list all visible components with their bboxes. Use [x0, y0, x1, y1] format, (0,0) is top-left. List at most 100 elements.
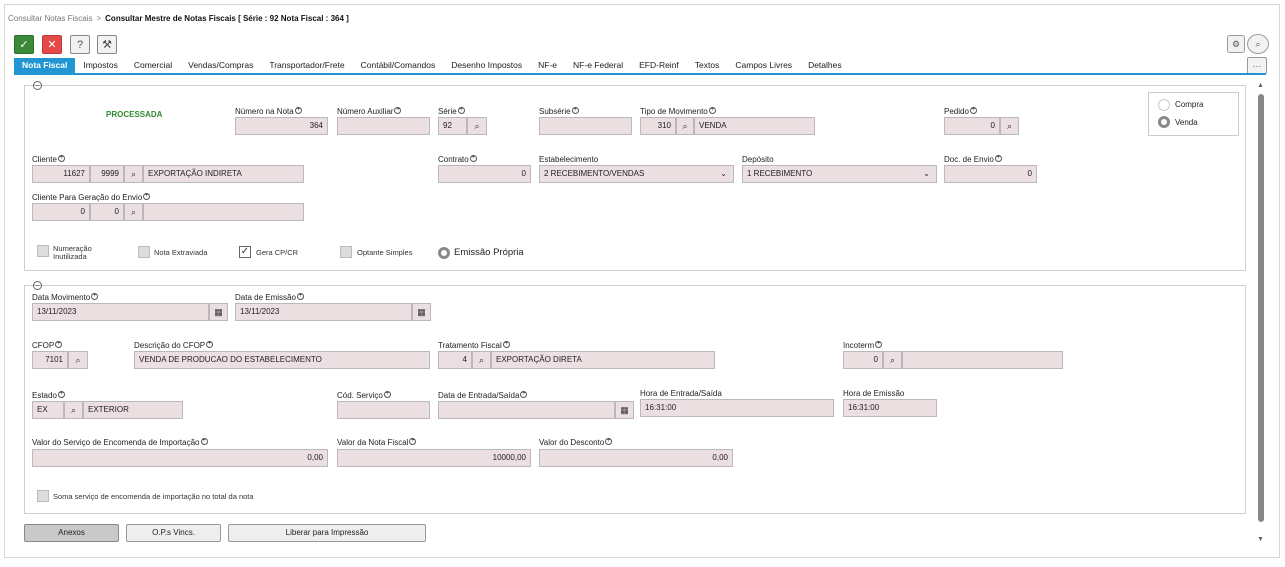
search-button[interactable]: ⌕	[1247, 34, 1269, 54]
add-icon[interactable]: +	[143, 193, 151, 200]
tab-vendas-compras[interactable]: Vendas/Compras	[180, 58, 261, 73]
tab-nfe[interactable]: NF-e	[530, 58, 565, 73]
add-icon[interactable]: +	[409, 438, 417, 445]
liberar-impressao-button[interactable]: Liberar para Impressão	[228, 524, 426, 542]
settings-button[interactable]: ⚙	[1227, 35, 1245, 53]
data-entrada-field[interactable]	[438, 401, 615, 419]
data-emissao-field[interactable]: 13/11/2023	[235, 303, 412, 321]
add-icon[interactable]: +	[206, 341, 214, 348]
pedido-field[interactable]: 0	[944, 117, 1000, 135]
breadcrumb-parent[interactable]: Consultar Notas Fiscais	[8, 14, 92, 23]
add-icon[interactable]: +	[383, 391, 391, 398]
cfop-field[interactable]: 7101	[32, 351, 68, 369]
tab-transportador-frete[interactable]: Transportador/Frete	[261, 58, 352, 73]
scroll-down-icon[interactable]: ▼	[1257, 536, 1264, 543]
compra-radio[interactable]	[1158, 99, 1170, 111]
incoterm-search-button[interactable]: ⌕	[883, 351, 902, 369]
add-icon[interactable]: +	[394, 107, 402, 114]
hora-entrada-field[interactable]: 16:31:00	[640, 399, 834, 417]
add-icon[interactable]: +	[571, 107, 579, 114]
valor-nota-field[interactable]: 10000,00	[337, 449, 531, 467]
valor-desconto-field[interactable]: 0,00	[539, 449, 733, 467]
add-icon[interactable]: +	[91, 293, 99, 300]
help-button[interactable]: ?	[70, 35, 90, 54]
tab-contabil-comandos[interactable]: Contábil/Comandos	[353, 58, 444, 73]
tab-impostos[interactable]: Impostos	[75, 58, 126, 73]
add-icon[interactable]: +	[708, 107, 716, 114]
hora-emissao-field[interactable]: 16:31:00	[843, 399, 937, 417]
tratamento-fiscal-desc-field[interactable]: EXPORTAÇÃO DIRETA	[491, 351, 715, 369]
serie-search-button[interactable]: ⌕	[467, 117, 487, 135]
add-icon[interactable]: +	[296, 293, 304, 300]
pedido-search-button[interactable]: ⌕	[1000, 117, 1019, 135]
add-icon[interactable]: +	[520, 391, 528, 398]
tab-comercial[interactable]: Comercial	[126, 58, 180, 73]
numeracao-inutilizada-checkbox[interactable]	[37, 245, 49, 257]
descricao-cfop-field[interactable]: VENDA DE PRODUCAO DO ESTABELECIMENTO	[134, 351, 430, 369]
deposito-select[interactable]: 1 RECEBIMENTO ⌄	[742, 165, 937, 183]
cancel-button[interactable]: ✕	[42, 35, 62, 54]
nota-extraviada-checkbox[interactable]	[138, 246, 150, 258]
add-icon[interactable]: +	[502, 341, 510, 348]
anexos-button[interactable]: Anexos	[24, 524, 119, 542]
doc-envio-field[interactable]: 0	[944, 165, 1037, 183]
data-emissao-calendar-button[interactable]: ▦	[412, 303, 431, 321]
vertical-scrollbar[interactable]: ▲ ▼	[1255, 82, 1267, 548]
add-icon[interactable]: +	[55, 341, 63, 348]
add-icon[interactable]: +	[994, 155, 1002, 162]
cod-servico-field[interactable]	[337, 401, 430, 419]
optante-simples-checkbox[interactable]	[340, 246, 352, 258]
cliente-desc-field[interactable]: EXPORTAÇÃO INDIRETA	[143, 165, 304, 183]
scroll-up-icon[interactable]: ▲	[1257, 82, 1264, 89]
add-icon[interactable]: +	[875, 341, 883, 348]
tipo-movimento-desc-field[interactable]: VENDA	[694, 117, 815, 135]
subserie-field[interactable]	[539, 117, 632, 135]
serie-field[interactable]: 92	[438, 117, 467, 135]
add-icon[interactable]: +	[969, 107, 977, 114]
cliente-code-field[interactable]: 11627	[32, 165, 90, 183]
cliente-envio-sub-field[interactable]: 0	[90, 203, 124, 221]
cliente-envio-desc-field[interactable]	[143, 203, 304, 221]
tab-efd-reinf[interactable]: EFD-Reinf	[631, 58, 687, 73]
more-options-button[interactable]: ···	[1247, 57, 1267, 74]
data-movimento-calendar-button[interactable]: ▦	[209, 303, 228, 321]
data-movimento-field[interactable]: 13/11/2023	[32, 303, 209, 321]
add-icon[interactable]: +	[294, 107, 302, 114]
data-entrada-calendar-button[interactable]: ▦	[615, 401, 634, 419]
incoterm-desc-field[interactable]	[902, 351, 1063, 369]
tratamento-fiscal-code-field[interactable]: 4	[438, 351, 472, 369]
gera-cp-cr-checkbox[interactable]: ✓	[239, 246, 251, 258]
tipo-movimento-code-field[interactable]: 310	[640, 117, 676, 135]
add-icon[interactable]: +	[57, 391, 65, 398]
add-icon[interactable]: +	[457, 107, 465, 114]
collapse-icon[interactable]: −	[33, 281, 42, 290]
tab-desenho-impostos[interactable]: Desenho Impostos	[443, 58, 530, 73]
cliente-envio-search-button[interactable]: ⌕	[124, 203, 143, 221]
soma-servico-checkbox[interactable]	[37, 490, 49, 502]
add-icon[interactable]: +	[605, 438, 613, 445]
tab-detalhes[interactable]: Detalhes	[800, 58, 850, 73]
cliente-envio-code-field[interactable]: 0	[32, 203, 90, 221]
add-icon[interactable]: +	[469, 155, 477, 162]
valor-servico-field[interactable]: 0,00	[32, 449, 328, 467]
confirm-button[interactable]: ✓	[14, 35, 34, 54]
cliente-search-button[interactable]: ⌕	[124, 165, 143, 183]
tab-nfe-federal[interactable]: NF-e Federal	[565, 58, 631, 73]
estabelecimento-select[interactable]: 2 RECEBIMENTO/VENDAS ⌄	[539, 165, 734, 183]
ops-vincs-button[interactable]: O.P.s Vincs.	[126, 524, 221, 542]
scrollbar-thumb[interactable]	[1258, 94, 1264, 522]
tratamento-fiscal-search-button[interactable]: ⌕	[472, 351, 491, 369]
estado-search-button[interactable]: ⌕	[64, 401, 83, 419]
emissao-propria-radio[interactable]	[438, 247, 450, 259]
add-icon[interactable]: +	[57, 155, 65, 162]
incoterm-code-field[interactable]: 0	[843, 351, 883, 369]
estado-code-field[interactable]: EX	[32, 401, 64, 419]
numero-auxiliar-field[interactable]	[337, 117, 430, 135]
cfop-search-button[interactable]: ⌕	[68, 351, 88, 369]
contrato-field[interactable]: 0	[438, 165, 531, 183]
collapse-icon[interactable]: −	[33, 81, 42, 90]
tab-nota-fiscal[interactable]: Nota Fiscal	[14, 58, 76, 73]
estado-desc-field[interactable]: EXTERIOR	[83, 401, 183, 419]
tools-button[interactable]: ⚒	[97, 35, 117, 54]
venda-radio[interactable]	[1158, 116, 1170, 128]
